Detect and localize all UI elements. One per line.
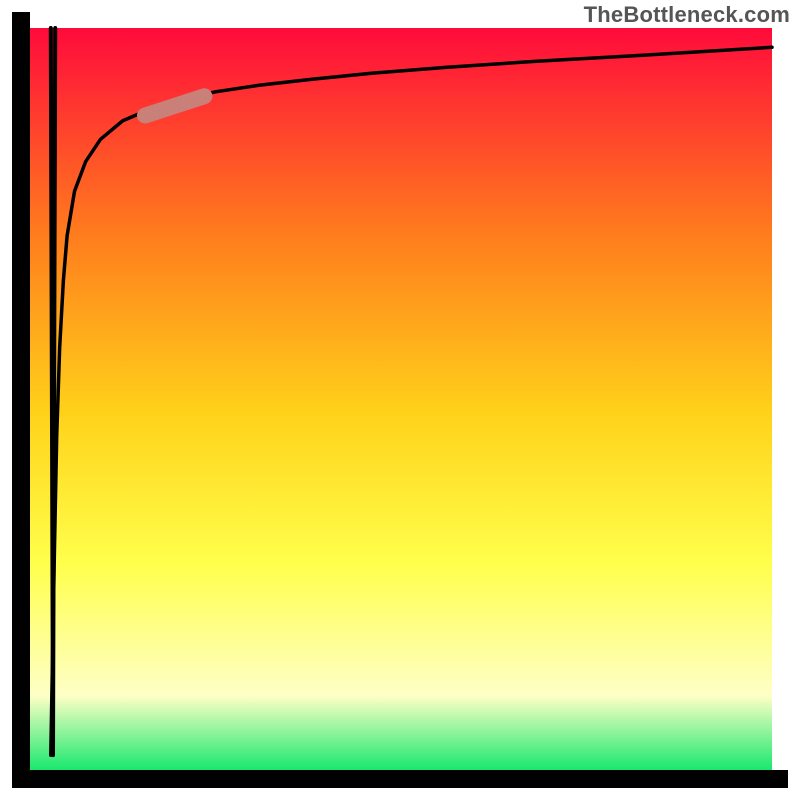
y-axis-bar [12, 12, 30, 788]
chart-container: TheBottleneck.com [0, 0, 800, 800]
x-axis-bar [12, 770, 788, 788]
gradient-background [30, 28, 772, 770]
bottleneck-chart [0, 0, 800, 800]
attribution-text: TheBottleneck.com [584, 2, 790, 28]
